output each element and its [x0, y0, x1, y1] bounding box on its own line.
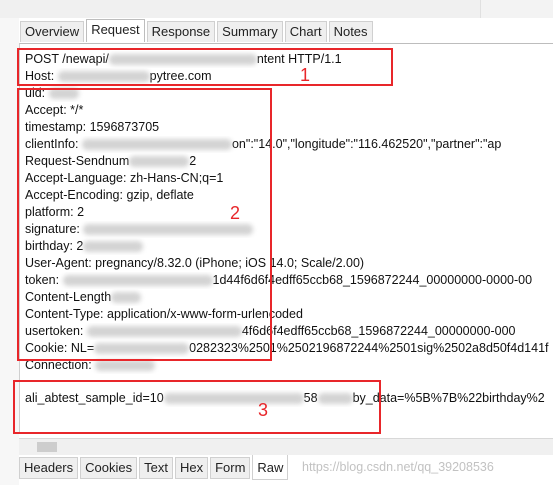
tab-headers[interactable]: Headers [19, 457, 79, 479]
tab-summary[interactable]: Summary [217, 21, 283, 42]
annotation-box-3 [13, 380, 381, 434]
annotation-number-2: 2 [230, 203, 241, 223]
annotation-box-1 [17, 48, 393, 86]
tab-form[interactable]: Form [210, 457, 251, 479]
scrollbar-thumb[interactable] [37, 442, 57, 452]
redacted [95, 360, 156, 372]
annotation-number-1: 1 [300, 65, 311, 85]
tab-notes[interactable]: Notes [328, 21, 373, 42]
tab-hex[interactable]: Hex [174, 457, 209, 479]
horizontal-scrollbar[interactable] [19, 438, 553, 455]
top-strip [0, 0, 553, 18]
tab-cookies[interactable]: Cookies [80, 457, 138, 479]
top-strip-right [480, 0, 553, 18]
request-view-tabs: Headers Cookies Text Hex Form Raw [19, 455, 290, 481]
tab-raw[interactable]: Raw [252, 455, 289, 480]
inspector-tabs: Overview Request Response Summary Chart … [20, 19, 375, 43]
tab-overview[interactable]: Overview [20, 21, 85, 42]
tab-request[interactable]: Request [86, 19, 145, 42]
watermark: https://blog.csdn.net/qq_39208536 [302, 460, 494, 474]
tab-text[interactable]: Text [139, 457, 173, 479]
annotation-number-3: 3 [258, 400, 269, 420]
tab-response[interactable]: Response [146, 21, 216, 42]
annotation-box-2 [17, 88, 272, 361]
tab-chart[interactable]: Chart [284, 21, 327, 42]
